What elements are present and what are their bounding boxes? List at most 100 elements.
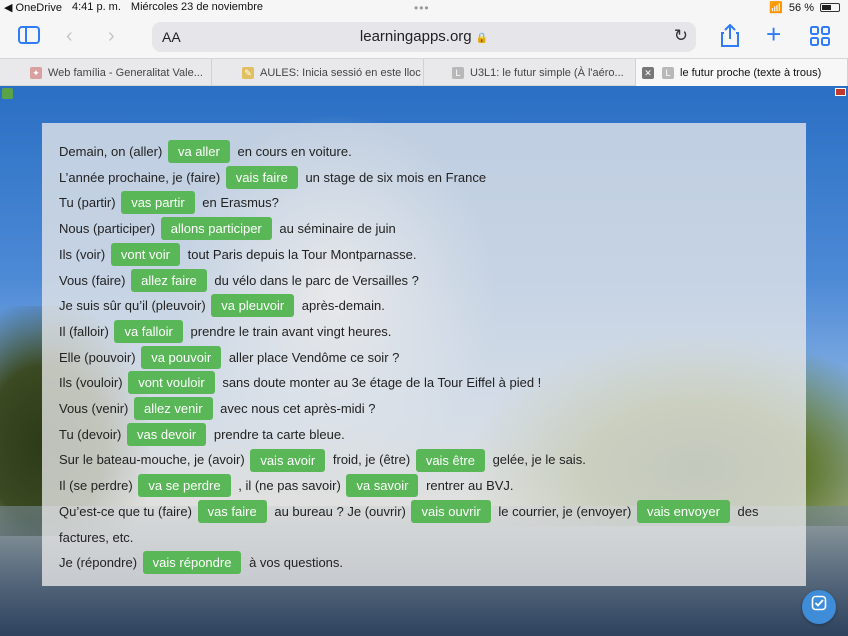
sentence-text: Qu’est-ce que tu (faire)	[59, 503, 192, 519]
sentence-text: Ils (vouloir)	[59, 375, 123, 391]
sentence-text: sans doute monter au 3e étage de la Tour…	[222, 375, 542, 391]
new-tab-icon[interactable]: +	[766, 21, 781, 47]
browser-toolbar: ‹ › AA learningapps.org 🔒 ↻ +	[0, 16, 848, 58]
exercise-line: Il (falloir) va falloir prendre le train…	[59, 319, 799, 345]
sentence-text: Je (répondre)	[59, 555, 138, 571]
sentence-text: froid, je (être)	[332, 452, 411, 468]
reload-icon[interactable]: ↻	[674, 26, 688, 46]
tab-web-familia[interactable]: ✦ Web família - Generalitat Vale...	[0, 59, 212, 86]
answer-chip[interactable]: va savoir	[346, 474, 419, 498]
sentence-text: prendre ta carte bleue.	[213, 426, 345, 442]
battery-icon	[820, 3, 840, 12]
tab-u3l1[interactable]: L U3L1: le futur simple (À l'aéro...	[424, 59, 636, 86]
status-time: 4:41 p. m.	[71, 1, 121, 13]
answer-chip[interactable]: va se perdre	[138, 474, 231, 498]
tab-futur-proche[interactable]: ✕ L le futur proche (texte à trous)	[636, 59, 848, 86]
answer-chip[interactable]: allez venir	[134, 397, 213, 421]
address-bar[interactable]: AA learningapps.org 🔒 ↻	[152, 22, 696, 52]
answer-chip[interactable]: vais être	[415, 448, 485, 472]
exercise-line: Tu (partir) vas partir en Erasmus?	[59, 190, 799, 216]
answer-chip[interactable]: vais envoyer	[636, 499, 730, 523]
exercise-line: Ils (vouloir) vont vouloir sans doute mo…	[59, 370, 799, 396]
answer-chip[interactable]: vais faire	[225, 165, 298, 189]
tab-title: U3L1: le futur simple (À l'aéro...	[470, 66, 624, 79]
sentence-text: prendre le train avant vingt heures.	[190, 323, 392, 339]
status-date: Miércoles 23 de noviembre	[130, 1, 263, 13]
sidebar-icon[interactable]	[18, 26, 40, 48]
answer-chip[interactable]: allez faire	[131, 268, 207, 292]
multitasking-dots[interactable]: •••	[414, 1, 430, 15]
exercise-line: Vous (venir) allez venir avec nous cet a…	[59, 396, 799, 422]
back-icon[interactable]: ‹	[66, 26, 73, 46]
answer-chip[interactable]: va pouvoir	[141, 345, 222, 369]
exercise-line: Demain, on (aller) va aller en cours en …	[59, 139, 799, 165]
sentence-text: Elle (pouvoir)	[59, 349, 136, 365]
exercise-line: Elle (pouvoir) va pouvoir aller place Ve…	[59, 345, 799, 371]
sentence-text: Tu (partir)	[59, 195, 116, 211]
sentence-text: le courrier, je (envoyer)	[498, 503, 632, 519]
app-content: Demain, on (aller) va aller en cours en …	[0, 86, 848, 636]
answer-chip[interactable]: vas faire	[197, 499, 267, 523]
exercise-line: Je suis sûr qu’il (pleuvoir) va pleuvoir…	[59, 293, 799, 319]
exercise-line: Sur le bateau-mouche, je (avoir) vais av…	[59, 447, 799, 473]
url-text: learningapps.org	[359, 28, 472, 45]
sentence-text: factures, etc.	[59, 529, 134, 545]
exercise-panel: Demain, on (aller) va aller en cours en …	[42, 123, 806, 586]
exercise-line: Nous (participer) allons participer au s…	[59, 216, 799, 242]
flag-icon[interactable]	[835, 88, 846, 96]
tab-title: AULES: Inicia sessió en este lloc	[260, 66, 421, 79]
learningapps-favicon: L	[662, 66, 674, 79]
sentence-text: au séminaire de juin	[279, 221, 396, 237]
sentence-text: au bureau ? Je (ouvrir)	[274, 503, 406, 519]
sentence-text: Tu (devoir)	[59, 426, 122, 442]
learningapps-favicon: L	[452, 66, 464, 79]
exercise-line: Il (se perdre) va se perdre , il (ne pas…	[59, 473, 799, 499]
sentence-text: gelée, je le sais.	[492, 452, 586, 468]
sentence-text: Vous (venir)	[59, 401, 129, 417]
exercise-line: Tu (devoir) vas devoir prendre ta carte …	[59, 422, 799, 448]
sentence-text: avec nous cet après-midi ?	[220, 401, 376, 417]
back-to-app-link[interactable]: ◀ OneDrive	[4, 1, 62, 14]
answer-chip[interactable]: allons participer	[160, 217, 272, 241]
sentence-text: Sur le bateau-mouche, je (avoir)	[59, 452, 245, 468]
answer-chip[interactable]: vais ouvrir	[411, 499, 491, 523]
answer-chip[interactable]: vont vouloir	[128, 371, 215, 395]
answer-chip[interactable]: vais répondre	[142, 551, 242, 575]
sentence-text: aller place Vendôme ce soir ?	[228, 349, 400, 365]
answer-chip[interactable]: va aller	[167, 140, 230, 164]
aules-favicon: ✎	[242, 66, 254, 79]
sentence-text: Je suis sûr qu’il (pleuvoir)	[59, 298, 206, 314]
app-logo-icon[interactable]	[2, 88, 13, 99]
answer-chip[interactable]: va falloir	[114, 319, 183, 343]
answer-chip[interactable]: vas devoir	[127, 422, 207, 446]
sentence-text: Il (se perdre)	[59, 478, 133, 494]
fill-in-text: Demain, on (aller) va aller en cours en …	[59, 139, 799, 576]
close-tab-icon[interactable]: ✕	[642, 66, 654, 79]
wifi-icon: 📶	[769, 2, 783, 14]
answer-chip[interactable]: vas partir	[121, 191, 195, 215]
tab-title: le futur proche (texte à trous)	[680, 66, 822, 79]
sentence-text: Il (falloir)	[59, 323, 109, 339]
sentence-text: L’année prochaine, je (faire)	[59, 169, 221, 185]
sentence-text: en cours en voiture.	[237, 144, 352, 159]
exercise-line: Ils (voir) vont voir tout Paris depuis l…	[59, 242, 799, 268]
check-answers-button[interactable]	[802, 590, 836, 624]
exercise-line: Je (répondre) vais répondre à vos questi…	[59, 550, 799, 576]
sentence-text: Demain, on (aller)	[59, 144, 163, 159]
answer-chip[interactable]: vont voir	[110, 242, 180, 266]
share-icon[interactable]	[720, 23, 740, 52]
answer-chip[interactable]: va pleuvoir	[211, 294, 295, 318]
sentence-text: en Erasmus?	[202, 195, 279, 211]
exercise-line: factures, etc.	[59, 525, 799, 551]
status-bar: ◀ OneDrive 4:41 p. m. Miércoles 23 de no…	[0, 0, 848, 16]
tab-bar: ✦ Web família - Generalitat Vale... ✎ AU…	[0, 58, 848, 86]
forward-icon[interactable]: ›	[108, 26, 115, 46]
sentence-text: Ils (voir)	[59, 246, 106, 262]
sentence-text: , il (ne pas savoir)	[238, 478, 341, 494]
sentence-text: Nous (participer)	[59, 221, 156, 237]
tab-aules[interactable]: ✎ AULES: Inicia sessió en este lloc	[212, 59, 424, 86]
exercise-line: Vous (faire) allez faire du vélo dans le…	[59, 268, 799, 294]
answer-chip[interactable]: vais avoir	[250, 448, 326, 472]
tab-title: Web família - Generalitat Vale...	[48, 66, 203, 79]
tab-overview-icon[interactable]	[810, 26, 830, 50]
